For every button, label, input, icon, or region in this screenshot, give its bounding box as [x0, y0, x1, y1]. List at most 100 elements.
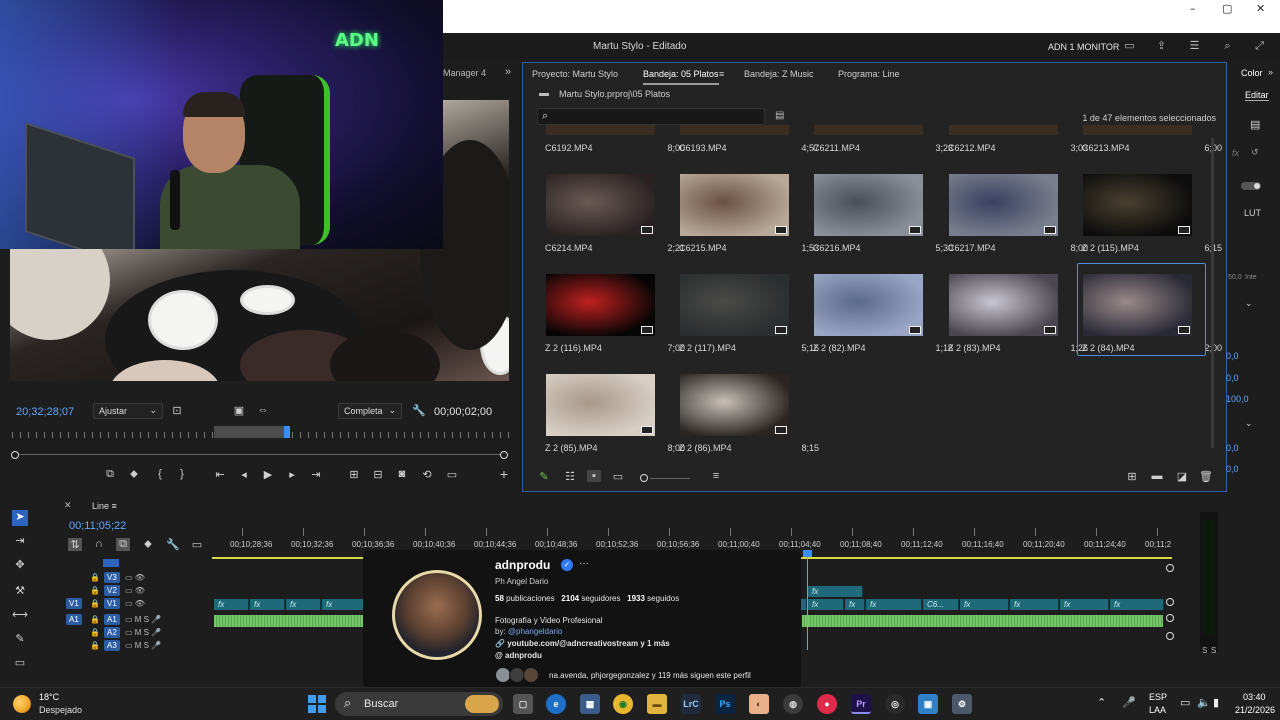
- new-search-bin-icon[interactable]: ▤: [775, 110, 784, 121]
- export-frame-icon[interactable]: ⇔: [256, 404, 270, 416]
- menu-icon[interactable]: ☰: [1188, 40, 1201, 52]
- calculator-icon[interactable]: ▦: [580, 694, 600, 714]
- microphone-icon[interactable]: 🎤: [1122, 696, 1136, 709]
- photoshop-icon[interactable]: Ps: [715, 694, 735, 714]
- lock-icon[interactable]: 🔒: [90, 573, 100, 582]
- track-source-v1_src[interactable]: V1: [66, 598, 82, 609]
- close-icon[interactable]: ✕: [1256, 2, 1265, 15]
- premiere-icon[interactable]: Pr: [851, 694, 871, 714]
- tab-bin-music[interactable]: Bandeja: Z Music: [744, 69, 814, 79]
- video-clip[interactable]: fx: [845, 599, 865, 610]
- add-marker-icon[interactable]: ⬥: [127, 468, 141, 481]
- wrench-icon[interactable]: 🔧: [166, 538, 180, 551]
- audio-clip[interactable]: [214, 615, 363, 627]
- track-source-a1_src[interactable]: A1: [66, 614, 82, 625]
- zoom-slider-handle[interactable]: [640, 474, 648, 482]
- track-v2[interactable]: V2: [104, 585, 120, 596]
- clip-thumbnail[interactable]: [680, 174, 789, 236]
- trash-icon[interactable]: 🗑: [1199, 470, 1213, 483]
- chevron-right-icon[interactable]: »: [1268, 67, 1273, 77]
- snap-icon[interactable]: ∩: [92, 538, 106, 550]
- track-a2[interactable]: A2: [104, 627, 120, 638]
- lock-icon[interactable]: 🔒: [90, 641, 100, 650]
- task-view-icon[interactable]: ▢: [513, 694, 533, 714]
- presets-icon[interactable]: ▤: [1250, 118, 1260, 131]
- keyboard-region[interactable]: LAA: [1149, 705, 1166, 715]
- start-button-icon[interactable]: [308, 695, 326, 713]
- chrome-icon[interactable]: ◉: [613, 694, 633, 714]
- taskbar-search[interactable]: ⌕ Buscar: [335, 692, 503, 716]
- search-icon[interactable]: ⌕: [1221, 40, 1234, 52]
- tab-color[interactable]: Color: [1241, 68, 1263, 78]
- settings-icon[interactable]: ⊡: [170, 404, 184, 417]
- slip-icon[interactable]: ⟷: [12, 608, 28, 624]
- lightroom-icon[interactable]: LrC: [681, 694, 701, 714]
- timeline-playhead[interactable]: [807, 550, 808, 650]
- weather-moon-icon[interactable]: [13, 695, 31, 713]
- share-icon[interactable]: ⇪: [1155, 40, 1168, 52]
- minimize-icon[interactable]: –: [1190, 2, 1196, 15]
- clip-thumbnail[interactable]: [546, 174, 655, 236]
- eye-icon[interactable]: ▭ 👁: [125, 599, 145, 608]
- timeline-ruler[interactable]: 00;10;28;36 00;10;32;36 00;10;36;36 00;10;4…: [212, 528, 1172, 549]
- lock-icon[interactable]: 🔒: [90, 586, 100, 595]
- value-field[interactable]: 100,0: [1226, 394, 1249, 404]
- lock-icon[interactable]: 🔒: [90, 628, 100, 637]
- out-point-icon[interactable]: }: [175, 468, 189, 480]
- video-clip[interactable]: fx: [214, 599, 249, 610]
- value-field[interactable]: 0,0: [1226, 443, 1239, 453]
- workspace-name[interactable]: ADN 1 MONITOR: [1048, 42, 1119, 52]
- track-a1[interactable]: A1: [104, 614, 120, 625]
- freeform-view-icon[interactable]: ▭: [611, 470, 625, 483]
- ripple-edit-icon[interactable]: ✥: [12, 558, 28, 574]
- new-bin-icon[interactable]: ▬: [1150, 470, 1164, 482]
- add-button-icon[interactable]: +: [497, 466, 511, 482]
- settings-icon[interactable]: ⚙: [952, 694, 972, 714]
- chevron-down-icon[interactable]: ⌄: [1245, 298, 1253, 309]
- insert-icon[interactable]: ⊞: [347, 468, 361, 481]
- clip-thumbnail[interactable]: [546, 374, 655, 436]
- clip-thumbnail[interactable]: [1083, 125, 1192, 135]
- weather-temperature[interactable]: 18°C: [39, 692, 59, 702]
- record-icon[interactable]: ●: [817, 694, 837, 714]
- play-icon[interactable]: ▶: [261, 468, 275, 481]
- step-back-icon[interactable]: ◂: [237, 468, 251, 481]
- lock-icon[interactable]: 🔒: [90, 599, 100, 608]
- new-item-icon[interactable]: ◪: [1175, 470, 1189, 483]
- selection-tool-icon[interactable]: ➤: [12, 510, 28, 526]
- obs-icon[interactable]: ◎: [885, 694, 905, 714]
- go-to-out-icon[interactable]: ⇥: [309, 468, 323, 481]
- track-select-icon[interactable]: ⇥: [12, 534, 28, 550]
- volume-icon[interactable]: 🔈: [1197, 696, 1211, 709]
- video-clip[interactable]: C6...: [923, 599, 959, 610]
- playhead-handle[interactable]: [803, 550, 812, 557]
- overwrite-icon[interactable]: ⊟: [371, 468, 385, 481]
- panel-icon[interactable]: ▭: [1123, 40, 1136, 52]
- clip-thumbnail[interactable]: [1083, 174, 1192, 236]
- mark-in-icon[interactable]: ⧉: [103, 468, 117, 481]
- camera-icon[interactable]: ◙: [395, 468, 409, 480]
- bin-tab-menu-icon[interactable]: ≡: [719, 69, 724, 79]
- wrench-icon[interactable]: 🔧: [412, 404, 426, 417]
- audio-clip[interactable]: [802, 615, 1163, 627]
- tab-bin-platos[interactable]: Bandeja: 05 Platos: [643, 69, 719, 85]
- tab-source-manager[interactable]: Manager 4: [443, 68, 486, 78]
- keyboard-language[interactable]: ESP: [1149, 692, 1167, 702]
- clip-thumbnail[interactable]: [949, 274, 1058, 336]
- source-playhead[interactable]: [284, 426, 290, 438]
- clip-thumbnail[interactable]: [546, 125, 655, 135]
- track-end-handle[interactable]: [1166, 632, 1174, 640]
- value-field[interactable]: 0,0: [1226, 351, 1239, 361]
- nest-icon[interactable]: ⇅: [68, 538, 82, 551]
- eye-icon[interactable]: ▭ 👁: [125, 573, 145, 582]
- reset-icon[interactable]: ↺: [1251, 147, 1259, 158]
- mute-solo-icon[interactable]: ▭ M S 🎤: [125, 641, 161, 650]
- eye-icon[interactable]: ▭ 👁: [125, 586, 145, 595]
- weather-description[interactable]: Despejado: [39, 705, 82, 715]
- razor-icon[interactable]: ⚒: [12, 584, 28, 600]
- clip-thumbnail[interactable]: [814, 174, 923, 236]
- chevron-up-icon[interactable]: ⌃: [1097, 696, 1106, 709]
- linked-selection-icon[interactable]: ⧉: [116, 538, 130, 551]
- captions-icon[interactable]: ▭: [190, 538, 204, 551]
- timeline-timecode[interactable]: 00;11;05;22: [69, 520, 126, 532]
